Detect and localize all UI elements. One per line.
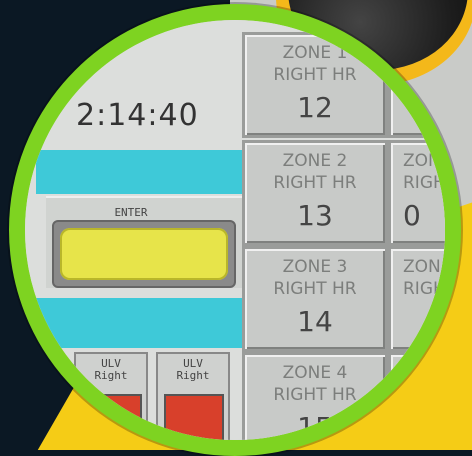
zone-title: ZONE 2 bbox=[282, 151, 348, 171]
cyan-status-band-bottom bbox=[36, 298, 244, 348]
zone-title: ZONE 1 bbox=[282, 43, 348, 63]
zone-subtitle: RIGHT HR bbox=[273, 65, 357, 85]
zone-value: 12 bbox=[297, 91, 333, 124]
zone-value: 15 bbox=[297, 411, 333, 444]
enter-button-face bbox=[60, 228, 228, 280]
zone-title: ZON bbox=[403, 257, 441, 277]
zone-subtitle: RIGHT HR bbox=[273, 173, 357, 193]
zone-subtitle: RIGHT HR bbox=[273, 279, 357, 299]
hmi-screen: 2:14:40 ENTER ULV Right ULV Right ZONE 1 bbox=[25, 20, 452, 444]
magnifier-lens: 2:14:40 ENTER ULV Right ULV Right ZONE 1 bbox=[9, 4, 461, 456]
zone-1-button[interactable]: ZONE 1 RIGHT HR 12 bbox=[242, 32, 388, 138]
zone-2-button[interactable]: ZONE 2 RIGHT HR 13 bbox=[242, 140, 388, 246]
zone-title: ZONE 3 bbox=[282, 257, 348, 277]
zone-title: ZONE 4 bbox=[282, 363, 348, 383]
zone-3-button[interactable]: ZONE 3 RIGHT HR 14 bbox=[242, 246, 388, 352]
zone-title: ZONE bbox=[403, 151, 452, 171]
ulv-right-button-2[interactable]: ULV Right bbox=[156, 352, 230, 440]
zone-subtitle: RIGH bbox=[403, 173, 446, 193]
zone-subtitle: RIGH bbox=[403, 279, 446, 299]
zone-subtitle: RIGHT HR bbox=[273, 385, 357, 405]
ulv-indicator bbox=[164, 394, 224, 440]
cyan-status-band-top bbox=[36, 150, 244, 194]
zone-value: 0 bbox=[403, 199, 421, 232]
clock-display: 2:14:40 bbox=[76, 98, 199, 133]
zone-value: 13 bbox=[297, 199, 333, 232]
enter-label: ENTER bbox=[114, 206, 148, 219]
ulv-label-line2: Right bbox=[94, 369, 128, 382]
enter-button[interactable] bbox=[52, 220, 236, 288]
zone-value: 14 bbox=[297, 305, 333, 338]
ulv-label-line2: Right bbox=[176, 369, 210, 382]
